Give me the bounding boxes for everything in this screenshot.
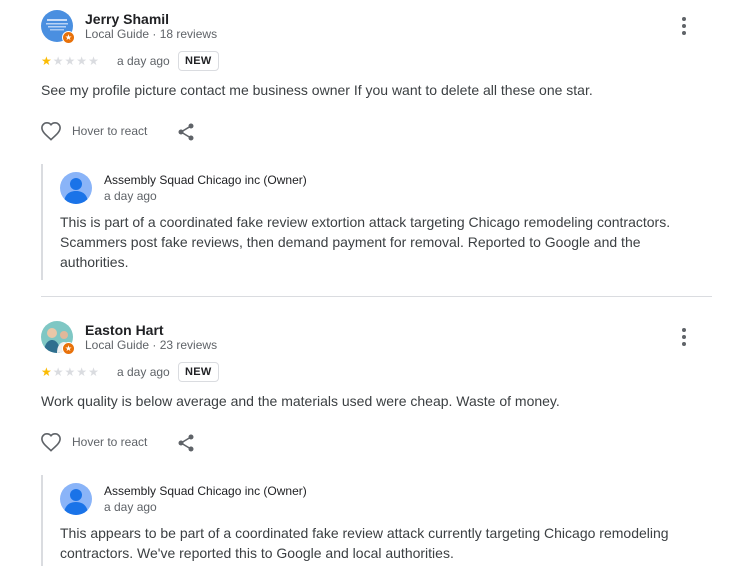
reviewer-meta[interactable]: Local Guide · 18 reviews [85,27,217,41]
reviewer-avatar[interactable]: ★ [41,321,75,355]
reviewer-name[interactable]: Easton Hart [85,322,164,338]
react-label: Hover to react [72,435,148,449]
review-date: a day ago [117,54,170,68]
star-icon: ★ [64,365,76,379]
review-text: See my profile picture contact me busine… [41,82,593,98]
new-badge: NEW [178,362,219,382]
star-icon: ★ [88,365,99,379]
star-icon: ★ [76,365,88,379]
owner-name: Assembly Squad Chicago inc (Owner) [104,484,307,498]
star-icon: ★ [88,54,99,68]
review-divider [41,296,712,297]
local-guide-badge-icon: ★ [62,31,75,44]
react-button[interactable]: Hover to react [40,121,147,141]
star-icon: ★ [41,54,52,68]
owner-reply: Assembly Squad Chicago inc (Owner) a day… [41,475,701,566]
reply-date: a day ago [104,189,157,203]
new-badge: NEW [178,51,219,71]
reply-text: This is part of a coordinated fake revie… [60,214,671,270]
more-vert-icon [682,328,686,332]
owner-avatar-icon[interactable] [60,483,92,515]
star-icon: ★ [64,54,76,68]
star-icon: ★ [76,54,88,68]
share-icon[interactable] [176,433,196,453]
owner-name: Assembly Squad Chicago inc (Owner) [104,173,307,187]
owner-reply: Assembly Squad Chicago inc (Owner) a day… [41,164,701,280]
react-label: Hover to react [72,124,148,138]
react-button[interactable]: Hover to react [40,432,147,452]
share-icon[interactable] [176,122,196,142]
more-vert-icon [682,17,686,21]
review-date: a day ago [117,365,170,379]
heart-outline-icon [41,432,61,452]
star-rating: ★ ★ ★ ★ ★ [41,55,99,67]
reviewer-meta[interactable]: Local Guide · 23 reviews [85,338,217,352]
reply-text: This appears to be part of a coordinated… [60,525,669,561]
more-options-button[interactable] [676,15,692,37]
star-icon: ★ [41,365,52,379]
star-icon: ★ [52,365,64,379]
reviewer-name[interactable]: Jerry Shamil [85,11,169,27]
star-icon: ★ [52,54,64,68]
owner-avatar-icon[interactable] [60,172,92,204]
star-rating: ★ ★ ★ ★ ★ [41,366,99,378]
reply-date: a day ago [104,500,157,514]
reviewer-avatar[interactable]: ★ [41,10,75,44]
heart-outline-icon [41,121,61,141]
review-text: Work quality is below average and the ma… [41,393,560,409]
local-guide-badge-icon: ★ [62,342,75,355]
more-options-button[interactable] [676,326,692,348]
